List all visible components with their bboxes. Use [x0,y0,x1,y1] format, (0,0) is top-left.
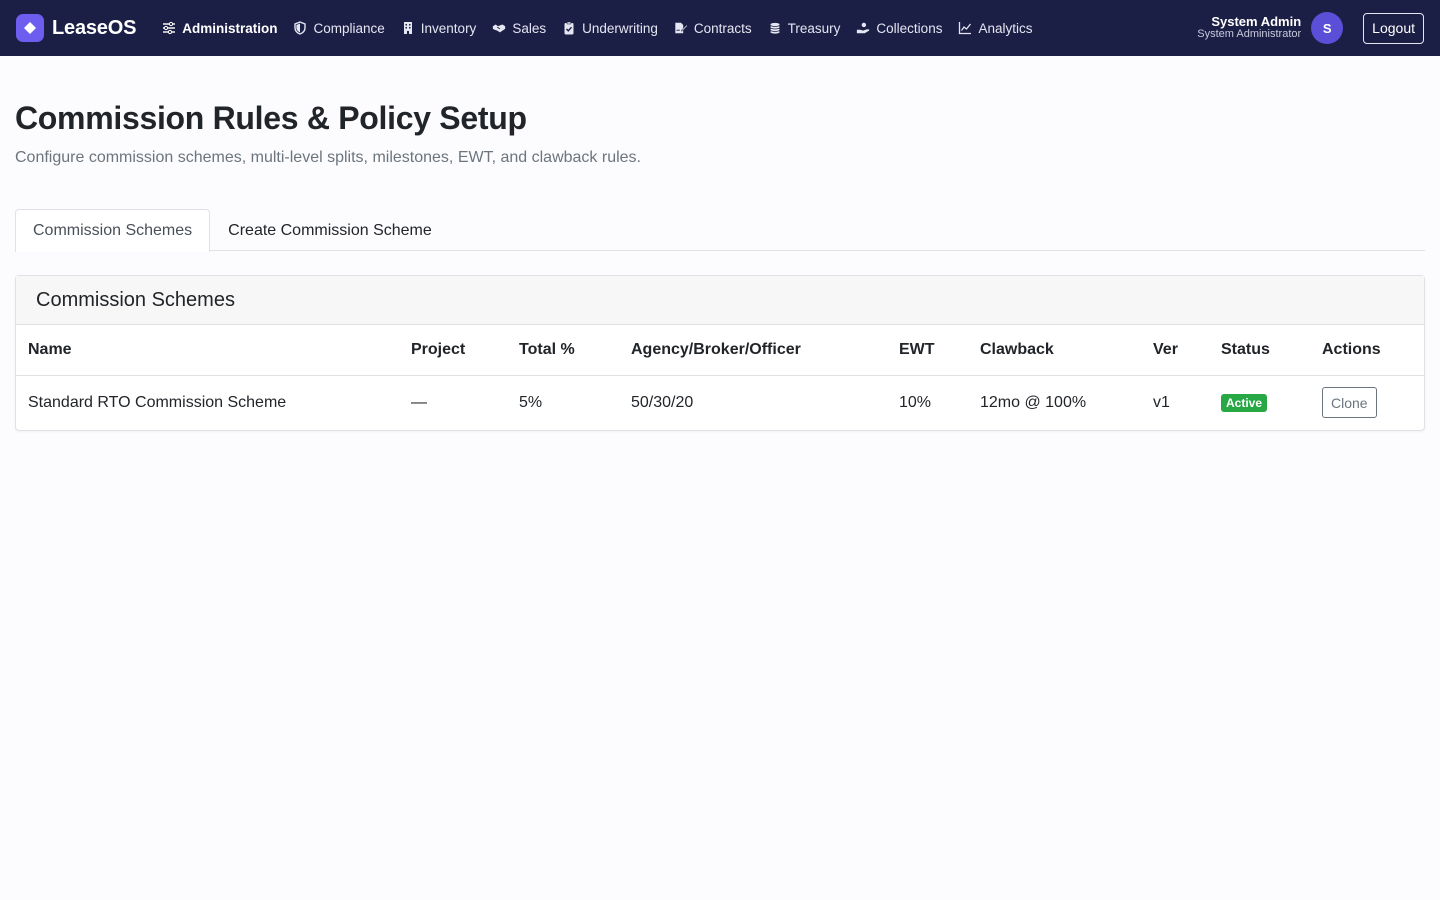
commission-schemes-card: Commission Schemes Name Project Total % … [15,275,1425,431]
nav-item-label: Administration [182,20,278,36]
cell-actions: Clone [1310,375,1424,430]
nav-item-contracts[interactable]: Contracts [666,0,760,56]
column-header-name[interactable]: Name [16,325,399,376]
table-row: Standard RTO Commission Scheme — 5% 50/3… [16,375,1424,430]
hand-coin-icon [857,22,870,34]
building-icon [403,22,412,34]
file-signature-icon [675,22,688,34]
status-badge: Active [1221,393,1268,412]
column-header-status[interactable]: Status [1209,325,1310,376]
column-header-version[interactable]: Ver [1141,325,1209,376]
brand[interactable]: LeaseOS [16,14,136,42]
top-navbar: LeaseOS Administration Compliance Invent… [0,0,1440,56]
nav-item-label: Compliance [313,20,385,36]
user-name: System Admin [1211,14,1302,30]
cell-ewt: 10% [899,393,932,411]
cell-split: 50/30/20 [631,393,694,411]
cell-total: 5% [519,393,543,411]
nav-item-label: Sales [512,20,547,36]
line-chart-icon [959,22,972,35]
user-role: System Administrator [1197,28,1302,41]
page-title: Commission Rules & Policy Setup [15,100,527,136]
nav-item-analytics[interactable]: Analytics [950,0,1040,56]
clone-button[interactable]: Clone [1322,387,1377,419]
tab-create-commission-scheme[interactable]: Create Commission Scheme [210,209,450,251]
coins-icon [769,22,781,35]
column-header-actions: Actions [1310,325,1424,376]
cell-version: v1 [1153,393,1170,411]
nav-item-label: Underwriting [582,20,658,36]
nav-item-compliance[interactable]: Compliance [285,0,392,56]
cell-clawback: 12mo @ 100% [980,393,1087,411]
handshake-icon [493,24,506,33]
nav-item-inventory[interactable]: Inventory [393,0,485,56]
main-content: Commission Rules & Policy Setup Configur… [0,56,1440,431]
sliders-icon [163,21,176,35]
logout-button[interactable]: Logout [1363,12,1424,44]
page-subtitle: Configure commission schemes, multi-leve… [15,149,641,166]
brand-name: LeaseOS [52,16,137,39]
brand-logo-icon [16,14,44,42]
nav-item-label: Collections [876,20,943,36]
nav-item-treasury[interactable]: Treasury [760,0,849,56]
nav-item-label: Analytics [978,20,1033,36]
nav-item-underwriting[interactable]: Underwriting [554,0,666,56]
table-header-row: Name Project Total % Agency/Broker/Offic… [16,325,1424,376]
user-area: System Admin System Administrator S Logo… [1197,12,1424,44]
column-header-split[interactable]: Agency/Broker/Officer [619,325,887,376]
tab-bar: Commission Schemes Create Commission Sch… [15,209,1425,252]
nav-item-administration[interactable]: Administration [154,0,285,56]
nav-item-collections[interactable]: Collections [848,0,950,56]
commission-schemes-table: Name Project Total % Agency/Broker/Offic… [16,325,1424,430]
nav-item-sales[interactable]: Sales [484,0,554,56]
column-header-clawback[interactable]: Clawback [968,325,1141,376]
shield-icon [294,21,307,35]
nav-item-label: Treasury [787,20,841,36]
cell-name: Standard RTO Commission Scheme [28,393,287,411]
column-header-project[interactable]: Project [399,325,507,376]
nav-item-label: Inventory [420,20,477,36]
tab-commission-schemes[interactable]: Commission Schemes [15,209,211,252]
main-nav: Administration Compliance Inventory Sale… [154,0,1040,56]
nav-item-label: Contracts [693,20,752,36]
column-header-total[interactable]: Total % [507,325,619,376]
clipboard-check-icon [564,21,574,35]
cell-project: — [411,393,427,411]
column-header-ewt[interactable]: EWT [887,325,968,376]
avatar[interactable]: S [1311,12,1344,44]
card-title: Commission Schemes [16,276,1424,325]
cell-status: Active [1209,375,1310,430]
user-info: System Admin System Administrator [1197,15,1301,40]
